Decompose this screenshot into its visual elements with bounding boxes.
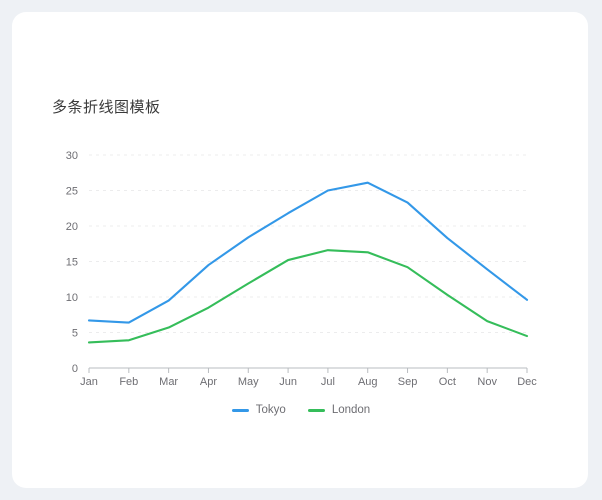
x-axis-tick-label: Jun — [279, 376, 297, 388]
y-axis-tick-label: 30 — [66, 150, 78, 162]
x-axis-tick-label: Oct — [439, 376, 456, 388]
legend-item-tokyo[interactable]: Tokyo — [231, 404, 286, 416]
y-axis-tick-label: 25 — [66, 186, 78, 198]
x-axis-tick-label: Dec — [517, 376, 537, 388]
y-axis-tick-label: 5 — [72, 328, 78, 340]
x-axis-tick-label: Aug — [358, 376, 378, 388]
legend-swatch-icon — [307, 408, 325, 412]
legend-item-london[interactable]: London — [307, 404, 371, 416]
x-axis-tick-label: Sep — [398, 376, 418, 388]
x-axis-tick-label: Apr — [200, 376, 217, 388]
x-axis-tick-label: Jul — [321, 376, 335, 388]
chart-legend: Tokyo London — [0, 404, 602, 416]
y-axis-tick-label: 20 — [66, 221, 78, 233]
y-axis-tick-label: 0 — [72, 363, 78, 375]
x-axis-tick-label: Feb — [119, 376, 138, 388]
series-line-tokyo — [87, 181, 529, 324]
x-axis-tick-label: Jan — [80, 376, 98, 388]
y-axis-tick-label: 10 — [66, 292, 78, 304]
line-chart: 0 5 10 15 20 25 30 Jan Feb Mar Apr May Jun Jul Aug Sep O… — [66, 150, 538, 388]
legend-label: London — [331, 404, 371, 416]
chart-plot-area: 0 5 10 15 20 25 30 Jan Feb Mar Apr May Jun Jul Aug Sep O… — [0, 0, 602, 500]
x-axis-tick-label: Nov — [477, 376, 497, 388]
legend-swatch-icon — [231, 408, 249, 412]
x-axis-tick-label: Mar — [159, 376, 178, 388]
x-axis-tick-label: May — [238, 376, 259, 388]
y-axis-tick-label: 15 — [66, 257, 78, 269]
series-line-london — [87, 249, 529, 344]
legend-label: Tokyo — [255, 404, 286, 416]
